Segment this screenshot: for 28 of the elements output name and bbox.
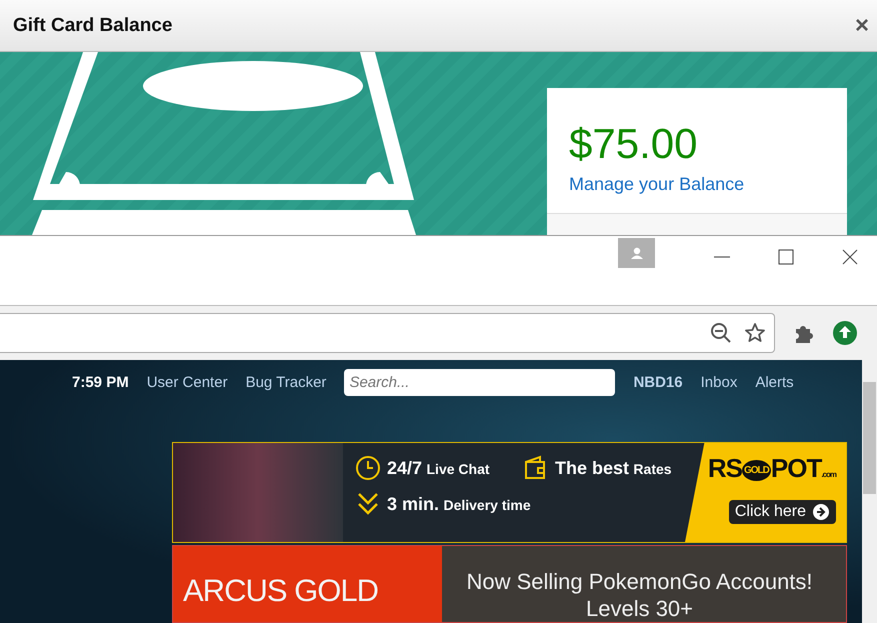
- manage-balance-link[interactable]: Manage your Balance: [547, 174, 847, 195]
- feature-text: 24/7 Live Chat: [387, 458, 490, 478]
- brand-logo: ARCUS GOLD: [182, 572, 379, 609]
- clock-icon: [355, 455, 381, 481]
- close-button[interactable]: ×: [850, 12, 873, 40]
- scrollbar[interactable]: [862, 360, 877, 623]
- feature-text: The best Rates: [554, 458, 672, 478]
- nav-link[interactable]: Inbox: [700, 374, 738, 390]
- ad-headline: Levels 30+: [586, 595, 694, 622]
- feature-text: 3 min. Delivery time: [387, 494, 531, 514]
- maximize-icon[interactable]: [778, 249, 794, 265]
- chevrons-down-icon: [355, 491, 381, 517]
- balance-amount: $75.00: [568, 120, 698, 168]
- username-link[interactable]: NBD16: [633, 374, 683, 390]
- clock-time: 7:59 PM: [72, 374, 129, 390]
- bookmark-star-icon[interactable]: [744, 322, 766, 344]
- search-field[interactable]: Search...: [344, 368, 616, 396]
- close-icon[interactable]: [842, 249, 858, 265]
- zoom-out-icon[interactable]: [710, 322, 732, 344]
- ad-headline: Now Selling PokemonGo Accounts!: [466, 568, 813, 595]
- ad-banner[interactable]: ARCUS GOLD Now Selling PokemonGo Accounts! Levels 30+: [172, 545, 847, 623]
- nav-link[interactable]: Bug Tracker: [246, 374, 326, 390]
- nav-link[interactable]: User Center: [146, 374, 228, 390]
- dialog-title: Gift Card Balance: [13, 14, 172, 36]
- arrow-right-icon: [812, 503, 830, 521]
- click-here-button[interactable]: Click here: [728, 500, 836, 524]
- update-icon[interactable]: [833, 321, 857, 345]
- nav-link[interactable]: Alerts: [755, 374, 794, 390]
